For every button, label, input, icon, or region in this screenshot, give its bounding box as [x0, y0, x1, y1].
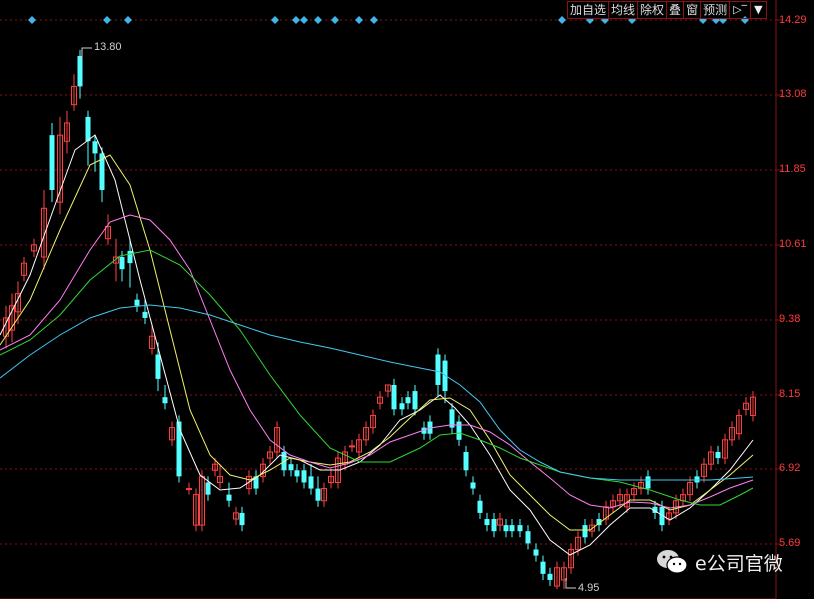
candle-body-down [540, 561, 546, 574]
candle-body-up [186, 488, 192, 491]
candle-body-down [484, 519, 490, 526]
add-watchlist-button[interactable]: 加自选 [567, 1, 610, 19]
candle-body-down [294, 470, 300, 477]
candle-body-down [119, 257, 125, 270]
ma-line-cyan [0, 304, 754, 481]
moving-average-button[interactable]: 均线 [608, 1, 639, 19]
candle-body-down [176, 421, 182, 477]
event-marker [28, 16, 36, 24]
candle-body-down [491, 519, 497, 532]
candle-body-down [525, 531, 531, 544]
candle-body-down [463, 451, 469, 471]
candle-body-down [134, 299, 140, 306]
event-marker [124, 16, 132, 24]
window-button[interactable]: 窗 [683, 1, 702, 19]
candle-body-down [582, 525, 588, 538]
candle-body-down [85, 116, 91, 142]
candle-body-down [92, 141, 98, 154]
candle-body-down [715, 451, 721, 459]
event-marker [103, 16, 111, 24]
candle-body-down [547, 573, 553, 580]
forecast-button[interactable]: 预测 [700, 1, 731, 19]
candle-body-down [301, 470, 307, 483]
exit-to-right-icon[interactable]: ▷‾ [729, 1, 752, 19]
high-price-pointer [81, 47, 92, 60]
overlay-button[interactable]: 叠 [666, 1, 685, 19]
price-tick: 14.29 [779, 14, 807, 26]
event-marker [300, 16, 308, 24]
candle-body-down [142, 311, 148, 318]
price-tick: 8.15 [779, 388, 801, 400]
candle-body-down [226, 494, 232, 501]
candle-body-down [645, 476, 651, 489]
candle-body-down [470, 482, 476, 489]
ma-line-green [0, 249, 754, 506]
candle-body-down [315, 488, 321, 501]
price-tick: 11.85 [779, 163, 806, 175]
candle-body-down [288, 464, 294, 471]
event-marker [331, 16, 339, 24]
candle-body-down [412, 391, 418, 410]
candle-body-down [477, 500, 483, 513]
event-marker [355, 16, 363, 24]
candle-body-down [49, 135, 55, 190]
candle-body-down [509, 525, 515, 532]
watermark: e公司官微 [655, 548, 783, 576]
candle-body-down [405, 397, 411, 404]
event-marker [558, 16, 566, 24]
candle-body-up [349, 445, 355, 448]
low-price-label: 4.95 [578, 582, 600, 594]
ma-line-white [0, 134, 754, 556]
candle-body-down [77, 55, 83, 87]
candle-body-down [503, 525, 509, 532]
ma-line-pink [0, 214, 754, 509]
chart-toolbar: 加自选 均线 除权 叠 窗 预测 ▷‾ ▼ [567, 1, 767, 19]
watermark-text: e公司官微 [695, 552, 783, 575]
event-marker [370, 16, 378, 24]
candle-body-down [456, 421, 462, 440]
price-tick: 6.92 [779, 462, 801, 474]
candle-body-down [205, 482, 211, 495]
event-marker [271, 16, 279, 24]
price-tick: 10.61 [779, 238, 807, 250]
candle-body-down [391, 384, 397, 410]
event-marker [314, 16, 322, 24]
ma-line-yellow [0, 154, 754, 531]
candle-body-down [162, 397, 168, 404]
kline-chart[interactable] [0, 0, 814, 599]
candle-body-down [127, 250, 133, 264]
high-price-label: 13.80 [94, 41, 122, 53]
low-price-pointer [565, 578, 576, 589]
candle-body-down [239, 512, 245, 526]
candle-body-down [517, 525, 523, 532]
price-tick: 9.38 [779, 313, 801, 325]
candle-body-down [435, 354, 441, 385]
candle-body-down [308, 476, 314, 489]
event-marker [292, 16, 300, 24]
ex-rights-button[interactable]: 除权 [637, 1, 668, 19]
price-tick: 13.08 [779, 88, 807, 100]
candle-body-down [533, 549, 539, 556]
dropdown-arrow-icon[interactable]: ▼ [750, 1, 767, 19]
candle-body-down [399, 403, 405, 410]
candle-body-down [694, 476, 700, 483]
wechat-icon [657, 550, 688, 574]
candle-body-down [155, 354, 161, 379]
